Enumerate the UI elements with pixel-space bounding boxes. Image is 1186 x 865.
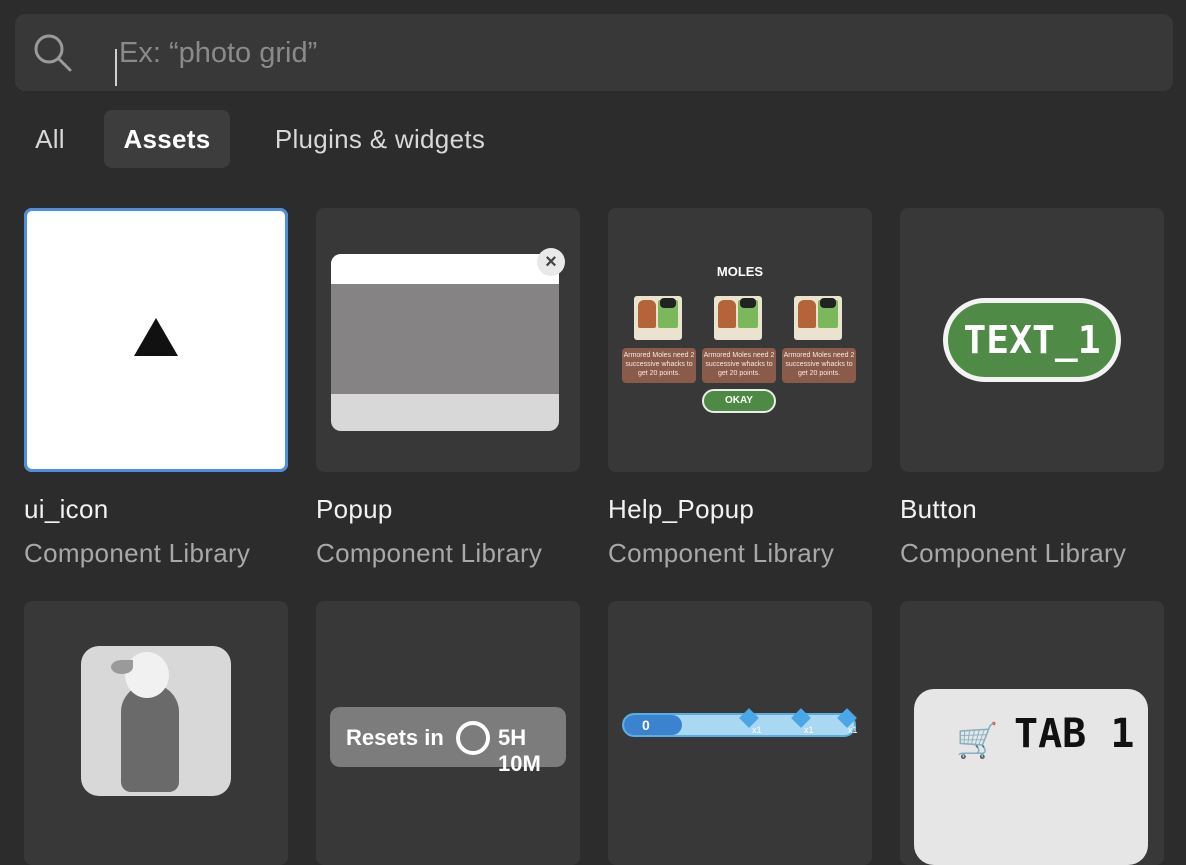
timer-value: 5H 10M	[498, 725, 541, 776]
mole-icon	[714, 296, 762, 340]
popup-header	[331, 254, 559, 284]
timer-label: Resets in	[346, 725, 444, 750]
asset-card-tab[interactable]: 🛒 TAB 1	[900, 601, 1164, 865]
asset-card-ui-icon[interactable]	[24, 208, 288, 472]
search-input[interactable]	[119, 32, 1149, 74]
close-icon: ×	[537, 248, 565, 276]
asset-title: Button	[900, 494, 977, 524]
progress-start: 0	[642, 717, 650, 733]
asset-card-eagle[interactable]	[24, 601, 288, 865]
preview-heading: MOLES	[716, 264, 764, 279]
asset-card-resets-timer[interactable]: Resets in 5H 10M	[316, 601, 580, 865]
asset-card-popup[interactable]: ×	[316, 208, 580, 472]
cart-icon: 🛒	[956, 722, 999, 760]
timer-preview: Resets in 5H 10M	[330, 707, 566, 776]
preview-button: TEXT_1	[943, 298, 1121, 382]
asset-title: Popup	[316, 494, 393, 524]
progress-fill	[624, 715, 682, 735]
text-cursor	[115, 49, 117, 86]
mole-icon	[794, 296, 842, 340]
tab-assets[interactable]: Assets	[104, 110, 230, 168]
asset-title: ui_icon	[24, 494, 109, 524]
popup-preview	[331, 254, 559, 431]
triangle-icon	[134, 318, 178, 356]
preview-note: Armored Moles need 2 successive whacks t…	[782, 348, 856, 383]
multiplier-label: x1	[752, 725, 762, 735]
tab-all[interactable]: All	[18, 110, 82, 168]
asset-subtitle: Component Library	[316, 538, 543, 568]
multiplier-label: x1	[804, 725, 814, 735]
preview-note: Armored Moles need 2 successive whacks t…	[622, 348, 696, 383]
asset-title: Help_Popup	[608, 494, 755, 524]
tab-preview: 🛒 TAB 1	[914, 689, 1148, 865]
preview-okay-button: OKAY	[702, 389, 776, 413]
clock-icon	[456, 721, 490, 755]
preview-note: Armored Moles need 2 successive whacks t…	[702, 348, 776, 383]
asset-card-progress[interactable]: 0 x1 x1 x1	[608, 601, 872, 865]
asset-subtitle: Component Library	[900, 538, 1127, 568]
asset-subtitle: Component Library	[608, 538, 835, 568]
search-icon	[34, 34, 72, 72]
asset-card-help-popup[interactable]: MOLES Armored Moles need 2 successive wh…	[608, 208, 872, 472]
mole-icon	[634, 296, 682, 340]
tab-preview-label: TAB 1	[1014, 711, 1135, 757]
asset-subtitle: Component Library	[24, 538, 251, 568]
tab-plugins-widgets[interactable]: Plugins & widgets	[252, 110, 508, 168]
eagle-icon	[81, 646, 231, 796]
asset-card-button[interactable]: TEXT_1	[900, 208, 1164, 472]
multiplier-label: x1	[848, 725, 858, 735]
popup-body	[331, 284, 559, 394]
search-bar[interactable]	[15, 14, 1173, 91]
